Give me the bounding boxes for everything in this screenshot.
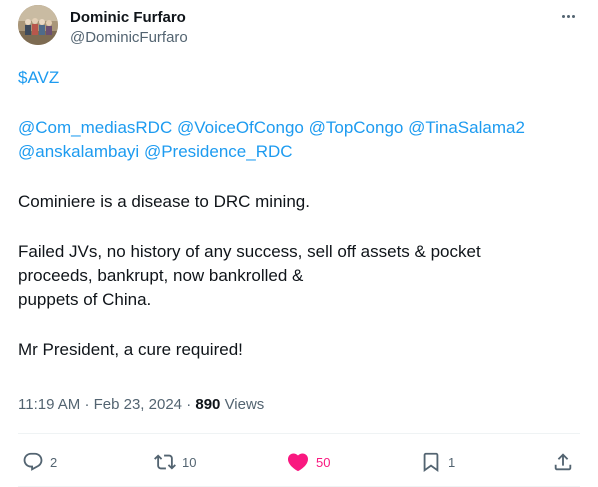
avatar-image xyxy=(18,5,58,45)
retweet-count: 10 xyxy=(182,454,197,470)
meta-separator: · xyxy=(84,396,90,413)
tweet: Dominic Furfaro @DominicFurfaro $AVZ @Co… xyxy=(0,0,598,487)
tweet-meta: 11:19 AM · Feb 23, 2024 · 890 Views xyxy=(18,395,264,415)
mention-link[interactable]: @Presidence_RDC xyxy=(144,142,293,161)
mention-link[interactable]: @VoiceOfCongo xyxy=(177,118,304,137)
avatar[interactable] xyxy=(18,5,58,45)
bookmark-button[interactable]: 1 xyxy=(420,448,455,476)
retweet-icon xyxy=(154,454,176,470)
meta-separator: · xyxy=(186,396,192,413)
like-count: 50 xyxy=(316,454,331,470)
cashtag-link[interactable]: $AVZ xyxy=(18,68,59,87)
reply-button[interactable]: 2 xyxy=(22,448,57,476)
tweet-date[interactable]: Feb 23, 2024 xyxy=(94,396,182,413)
more-horizontal-icon[interactable] xyxy=(554,6,582,26)
bookmark-icon xyxy=(423,452,439,473)
retweet-button[interactable]: 10 xyxy=(154,448,196,476)
mention-link[interactable]: @Com_mediasRDC xyxy=(18,118,172,137)
action-bar: 2 10 50 1 xyxy=(0,448,598,476)
mention-link[interactable]: @TopCongo xyxy=(309,118,404,137)
tweet-line: puppets of China. xyxy=(18,290,152,309)
reply-icon xyxy=(23,452,43,471)
tweet-line: Failed JVs, no history of any success, s… xyxy=(18,242,481,261)
author-name[interactable]: Dominic Furfaro xyxy=(70,8,186,28)
more-dot xyxy=(571,14,575,18)
more-dot xyxy=(561,14,565,18)
mention-link[interactable]: @TinaSalama2 xyxy=(408,118,525,137)
divider xyxy=(18,433,580,434)
tweet-text: $AVZ @Com_mediasRDC @VoiceOfCongo @TopCo… xyxy=(18,66,588,362)
tweet-line: proceeds, bankrupt, now bankrolled & xyxy=(18,266,304,285)
tweet-line: Mr President, a cure required! xyxy=(18,340,243,359)
share-icon xyxy=(554,453,572,471)
reply-count: 2 xyxy=(50,454,58,470)
heart-filled-icon xyxy=(287,453,309,472)
like-button[interactable]: 50 xyxy=(286,448,330,476)
bookmark-count: 1 xyxy=(448,454,456,470)
tweet-line: Cominiere is a disease to DRC mining. xyxy=(18,192,310,211)
views-count[interactable]: 890 xyxy=(195,396,220,413)
mention-link[interactable]: @anskalambayi xyxy=(18,142,139,161)
more-dot xyxy=(566,14,570,18)
views-label: Views xyxy=(224,396,265,413)
share-button[interactable] xyxy=(552,448,574,476)
tweet-time[interactable]: 11:19 AM xyxy=(18,396,80,413)
author-handle[interactable]: @DominicFurfaro xyxy=(70,28,188,48)
